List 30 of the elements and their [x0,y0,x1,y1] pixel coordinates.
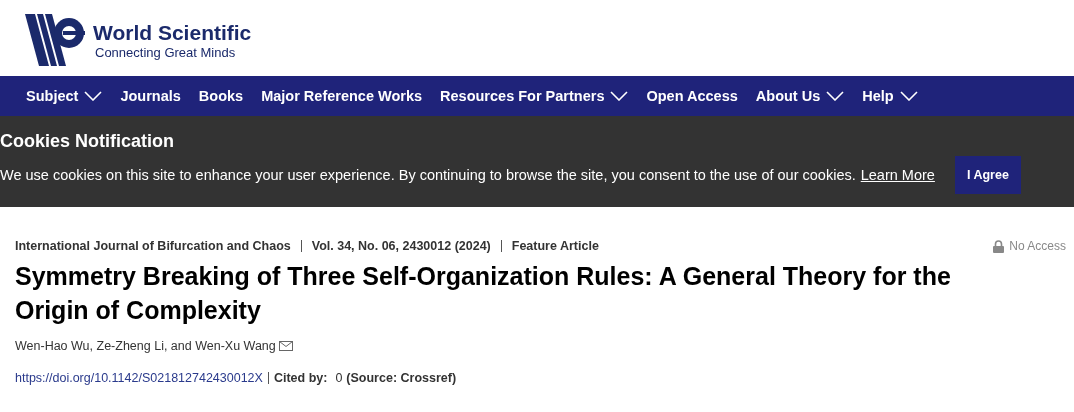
logo-tagline: Connecting Great Minds [95,44,237,60]
mail-icon[interactable] [278,341,293,351]
cited-label: Cited by: [273,371,328,385]
nav-link[interactable]: Help [862,88,918,104]
nav-link[interactable]: Resources For Partners [440,88,629,104]
nav-link[interactable]: Journals [120,88,181,104]
journal-name[interactable]: International Journal of Bifurcation and Chaos [15,239,291,253]
nav-link[interactable]: Books [198,88,244,104]
article-title: Symmetry Breaking of Three Self-Organization Rules: A General Theory for the Origin of Complexity [15,261,952,326]
author-list: Wen-Hao Wu, Ze-Zheng Li, and Wen-Xu Wang [15,339,276,353]
cited-count: 0 [335,371,343,385]
nav-link[interactable]: Major Reference Works [261,88,423,104]
cited-source: (Source: Crossref) [346,371,457,385]
learn-more-link[interactable]: Learn More [860,167,935,183]
nav-link[interactable]: Open Access [646,88,738,104]
logo-name[interactable]: World Scientific [93,20,252,45]
chevron-down-icon [610,91,629,101]
agree-button[interactable]: I Agree [954,156,1021,194]
article-type: Feature Article [511,239,599,253]
volume-info: Vol. 34, No. 06, 2430012 (2024) [311,239,491,253]
doi-link[interactable]: https://doi.org/10.1142/S021812742430012X [15,371,263,385]
nav-link[interactable]: Subject [26,88,103,104]
lock-icon [993,239,1005,253]
chevron-down-icon [84,91,103,101]
access-label: No Access [1009,239,1066,253]
chevron-down-icon [826,91,845,101]
chevron-down-icon [899,91,918,101]
nav-link[interactable]: About Us [755,88,845,104]
cookie-text: We use cookies on this site to enhance your user experience. By continuing to browse the site, you consent to the use of our cookies. [0,167,856,183]
cookie-title: Cookies Notification [0,130,175,152]
